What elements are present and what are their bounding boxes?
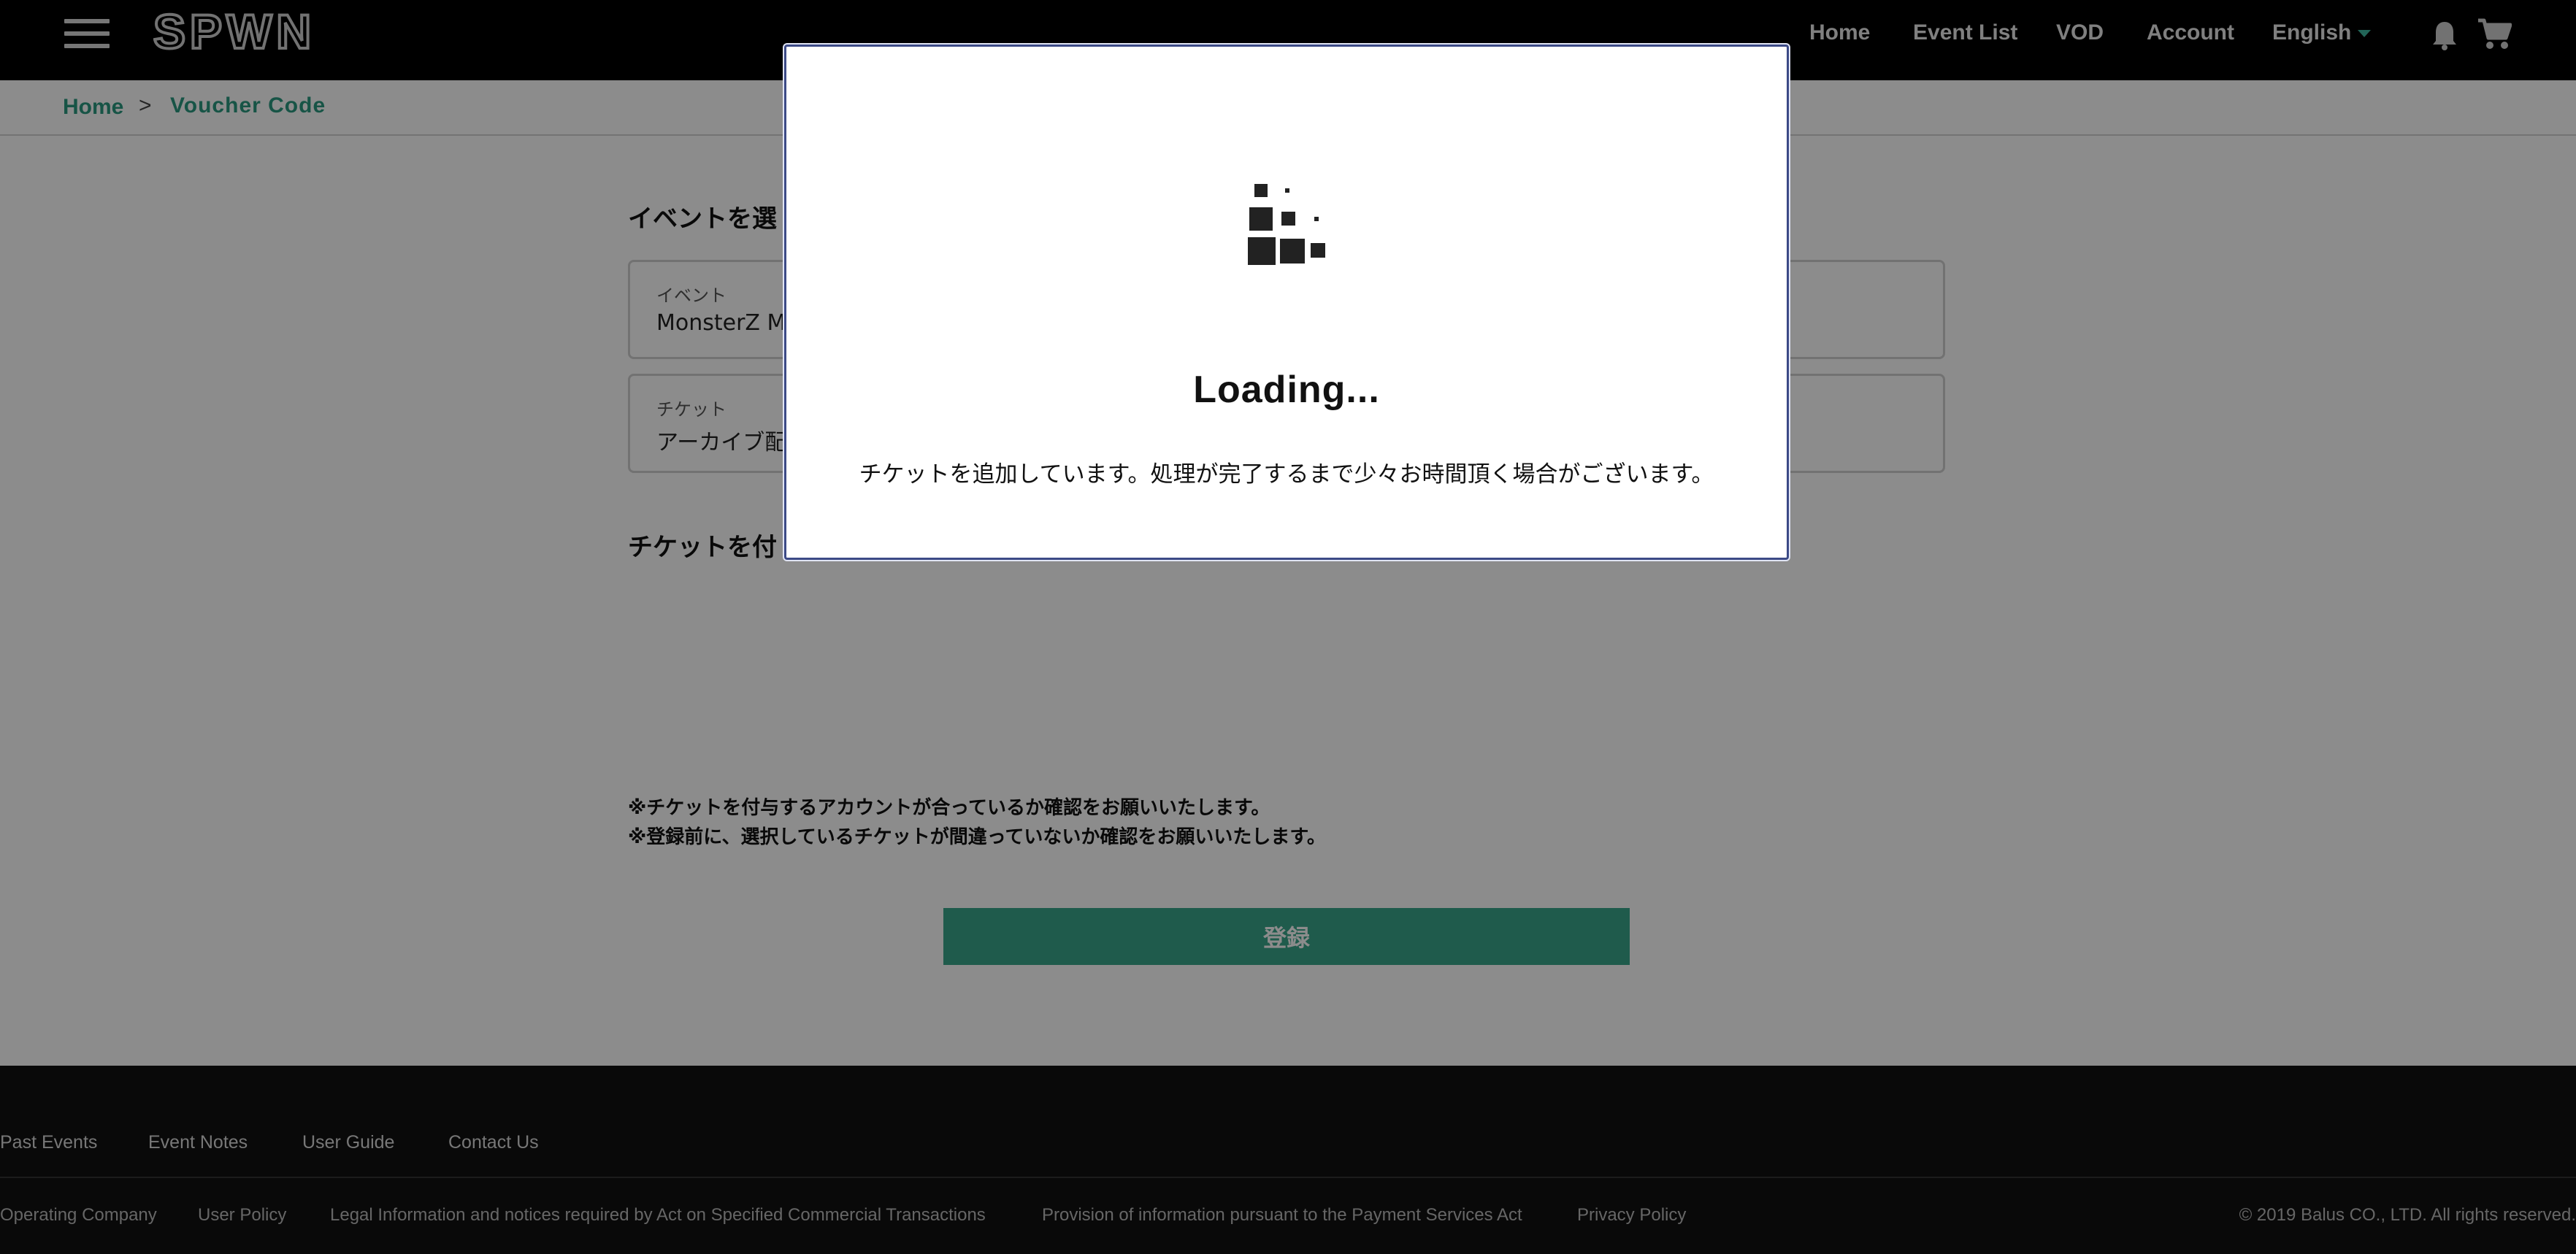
loading-message: チケットを追加しています。処理が完了するまで少々お時間頂く場合がございます。 (859, 461, 1714, 488)
loading-title: Loading... (1193, 369, 1380, 411)
loading-modal: Loading... チケットを追加しています。処理が完了するまで少々お時間頂く… (784, 45, 1789, 560)
loading-spinner-icon (1245, 180, 1333, 268)
